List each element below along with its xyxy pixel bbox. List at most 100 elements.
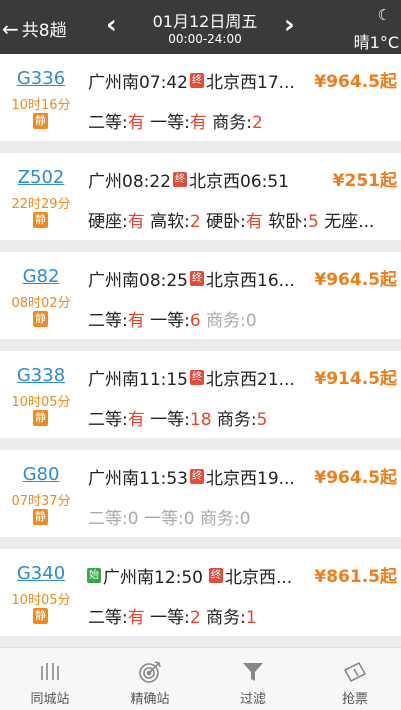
train-code[interactable]: Z502 xyxy=(0,167,82,188)
back-arrow-icon: ← xyxy=(2,16,19,41)
target-icon xyxy=(139,661,161,683)
seat-count: 1 xyxy=(245,608,257,628)
departure: 广州南08:25 xyxy=(88,271,188,291)
ticket-icon xyxy=(343,661,367,683)
seat-name: 一等: xyxy=(150,113,190,133)
terminal-badge: 终 xyxy=(190,271,204,286)
prev-day-button[interactable]: ‹ xyxy=(106,12,117,38)
tab-grab-ticket[interactable]: 抢票 xyxy=(305,648,401,710)
train-duration: 22时29分 xyxy=(11,197,71,212)
train-code[interactable]: G336 xyxy=(0,68,82,89)
seat-count: 0 xyxy=(127,509,139,529)
seat-name: 二等: xyxy=(88,410,128,430)
quiet-badge: 静 xyxy=(33,212,48,228)
seat-name: 商务: xyxy=(199,509,240,529)
train-route: 广州08:22 终 北京西06:51 xyxy=(88,167,289,192)
tab-label: 精确站 xyxy=(130,692,170,707)
price: ¥964.5起 xyxy=(314,72,397,92)
quiet-badge: 静 xyxy=(33,608,48,624)
seat-availability: 二等:有 一等:18 商务:5 xyxy=(88,405,267,430)
arrival: 北京西21... xyxy=(206,370,295,390)
train-code[interactable]: G82 xyxy=(0,266,82,287)
tab-exact-station[interactable]: 精确站 xyxy=(100,648,200,710)
origin-badge: 始 xyxy=(87,568,101,583)
price: ¥964.5起 xyxy=(314,270,397,290)
terminal-badge: 终 xyxy=(209,568,223,583)
departure: 广州南12:50 xyxy=(103,568,203,588)
train-duration: 07时37分 xyxy=(11,494,71,509)
seat-name: 商务: xyxy=(216,410,257,430)
seat-availability: 二等:0 一等:0 商务:0 xyxy=(88,504,251,529)
arrival: 北京西16... xyxy=(206,271,295,291)
departure: 广州南11:15 xyxy=(88,370,188,390)
seat-availability: 二等:有 一等:有 商务:2 xyxy=(88,108,263,133)
price: ¥914.5起 xyxy=(314,369,397,389)
next-day-button[interactable]: › xyxy=(284,12,295,38)
moon-icon: ☾ xyxy=(377,6,391,24)
train-row[interactable]: G338 10时05分 静 广州南11:15 终 北京西21... ¥914.5… xyxy=(0,351,401,438)
seat-availability: 硬座:有 高软:2 硬卧:有 软卧:5 无座... xyxy=(88,207,374,232)
train-duration: 10时05分 xyxy=(11,395,71,410)
train-code[interactable]: G338 xyxy=(0,365,82,386)
train-row[interactable]: Z502 22时29分 静 广州08:22 终 北京西06:51 ¥251起 硬… xyxy=(0,153,401,240)
seat-name: 二等: xyxy=(88,113,128,133)
tab-label: 过滤 xyxy=(239,692,266,707)
bottom-tab-bar: 同城站 精确站 过滤 抢票 xyxy=(0,647,401,710)
seat-count: 2 xyxy=(189,212,201,232)
train-row[interactable]: G82 08时02分 静 广州南08:25 终 北京西16... ¥964.5起… xyxy=(0,252,401,339)
train-code[interactable]: G80 xyxy=(0,464,82,485)
terminal-badge: 终 xyxy=(190,73,204,88)
seat-count: 有 xyxy=(127,113,145,133)
seat-count: 6 xyxy=(189,311,201,331)
train-code[interactable]: G340 xyxy=(0,563,82,584)
date-label[interactable]: 01月12日周五 xyxy=(130,8,280,32)
filter-icon xyxy=(243,663,263,681)
seat-name: 商务: xyxy=(206,608,246,628)
quiet-badge: 静 xyxy=(33,311,48,327)
seat-count: 0 xyxy=(239,509,251,529)
top-bar: ← 共8趟 ‹ 01月12日周五 00:00-24:00 › ☾ 晴1°C xyxy=(0,0,401,54)
train-route: 广州南11:15 终 北京西21... xyxy=(88,365,295,390)
arrival: 北京西17... xyxy=(206,73,295,93)
seat-count: 18 xyxy=(189,410,212,430)
seat-name: 硬卧: xyxy=(206,212,246,232)
tab-label: 同城站 xyxy=(30,692,70,707)
same-city-icon xyxy=(41,663,59,680)
train-duration: 08时02分 xyxy=(11,296,71,311)
back-button[interactable]: ← 共8趟 xyxy=(2,16,67,42)
train-duration: 10时05分 xyxy=(11,593,71,608)
seat-count: 2 xyxy=(252,113,263,133)
arrival: 北京西06:51 xyxy=(189,172,289,192)
seat-name: 二等: xyxy=(88,311,128,331)
train-route: 广州南08:25 终 北京西16... xyxy=(88,266,295,291)
seat-count: 有 xyxy=(127,410,145,430)
seat-name: 软卧: xyxy=(268,212,308,232)
departure: 广州南11:53 xyxy=(88,469,188,489)
seat-name: 一等: xyxy=(150,311,190,331)
departure: 广州南07:42 xyxy=(88,73,188,93)
seat-name: 硬座: xyxy=(88,212,128,232)
seat-name: 二等: xyxy=(88,509,128,529)
train-row[interactable]: G336 10时16分 静 广州南07:42 终 北京西17... ¥964.5… xyxy=(0,54,401,141)
seat-name: 一等: xyxy=(150,410,190,430)
train-row[interactable]: G80 07时37分 静 广州南11:53 终 北京西19... ¥964.5起… xyxy=(0,450,401,537)
seat-count: 2 xyxy=(189,608,201,628)
train-row[interactable]: G340 10时05分 静 始 广州南12:50 终 北京西... ¥861.5… xyxy=(0,549,401,636)
seat-count: 有 xyxy=(127,311,145,331)
seat-count: 有 xyxy=(189,113,207,133)
arrival: 北京西... xyxy=(225,568,293,588)
seat-name: 一等: xyxy=(143,509,184,529)
departure: 广州08:22 xyxy=(88,172,171,192)
seat-name: 商务: xyxy=(206,311,246,331)
tab-filter[interactable]: 过滤 xyxy=(203,648,303,710)
seat-count: 0 xyxy=(245,311,257,331)
price: ¥861.5起 xyxy=(314,567,397,587)
seat-name: 高软: xyxy=(150,212,190,232)
seat-name: 二等: xyxy=(88,608,128,628)
time-range[interactable]: 00:00-24:00 xyxy=(130,32,280,46)
terminal-badge: 终 xyxy=(173,172,187,187)
tab-same-city[interactable]: 同城站 xyxy=(0,648,100,710)
price: ¥251起 xyxy=(332,171,397,191)
price: ¥964.5起 xyxy=(314,468,397,488)
seat-count: 0 xyxy=(183,509,195,529)
